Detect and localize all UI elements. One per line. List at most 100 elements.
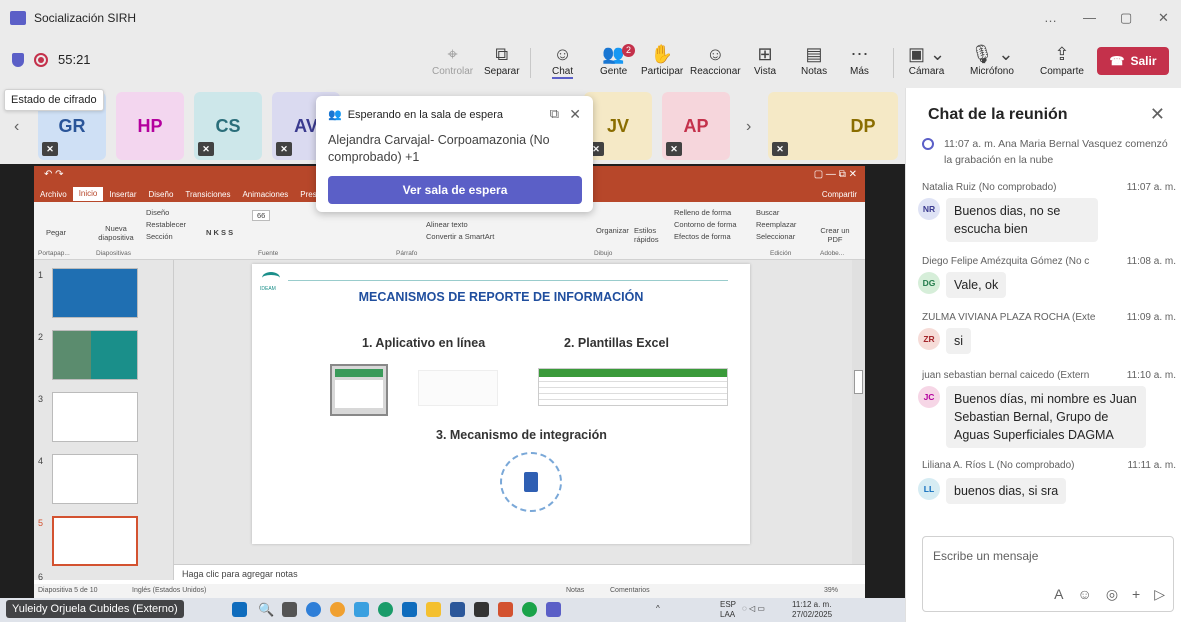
tab-diseno[interactable]: Diseño	[143, 190, 180, 199]
share-button[interactable]: ⇪ Comparte	[1040, 42, 1084, 77]
camera-button[interactable]: ▣ ⌄ Cámara	[908, 42, 945, 77]
arrange-button[interactable]: Organizar	[596, 226, 629, 235]
raise-hand-button[interactable]: ✋ Participar	[641, 42, 683, 77]
network-volume-battery-icons[interactable]: ◌ ◁ ▭	[742, 604, 765, 613]
more-button[interactable]: ⋯ Más	[850, 42, 869, 77]
windows-start-icon[interactable]	[232, 602, 247, 617]
task-view-icon[interactable]	[282, 602, 297, 617]
slide-thumbnail[interactable]	[52, 330, 138, 380]
chat-message[interactable]: JC Buenos días, mi nombre es Juan Sebast…	[918, 386, 1146, 448]
font-format-buttons[interactable]: N K S S	[206, 228, 233, 237]
quick-styles-button[interactable]: Estilos rápidos	[634, 226, 664, 244]
scroll-left-icon[interactable]: ‹	[14, 118, 19, 136]
search-icon[interactable]: 🔍	[258, 602, 274, 617]
create-pdf-button[interactable]: Crear un PDF	[820, 226, 850, 244]
restore-icon[interactable]: ▢	[1120, 10, 1132, 26]
message-compose-box[interactable]: Escribe un mensaje A ☺ ◎ + ▷	[922, 536, 1174, 612]
pop-out-button[interactable]: ⧉ Separar	[484, 42, 520, 77]
more-icon[interactable]: …	[1044, 10, 1057, 25]
clock-time[interactable]: 11:12 a. m.	[792, 600, 831, 609]
app-icon[interactable]	[306, 602, 321, 617]
format-icon[interactable]: A	[1054, 586, 1063, 603]
current-slide[interactable]: IDEAM MECANISMOS DE REPORTE DE INFORMACI…	[252, 264, 750, 544]
chat-message[interactable]: NR Buenos dias, no se escucha bien	[918, 198, 1098, 242]
mic-button[interactable]: 🎙 ⌄ Micrófono	[970, 42, 1014, 77]
new-slide-button[interactable]: Nueva diapositiva	[92, 224, 140, 242]
notes-button[interactable]: ▤ Notas	[801, 42, 827, 77]
notes-toggle[interactable]: Notas	[566, 587, 584, 594]
hand-icon: ✋	[650, 44, 674, 64]
align-text-button[interactable]: Alinear texto	[426, 220, 468, 229]
chat-message[interactable]: DG Vale, ok	[918, 272, 1007, 298]
app-icon[interactable]	[354, 602, 369, 617]
react-button[interactable]: ☺ Reaccionar	[690, 42, 741, 77]
layout-button[interactable]: Diseño	[146, 208, 169, 217]
zoom-level[interactable]: 39%	[824, 587, 838, 594]
tab-insertar[interactable]: Insertar	[103, 190, 142, 199]
shape-effects-button[interactable]: Efectos de forma	[674, 232, 731, 241]
reset-button[interactable]: Restablecer	[146, 220, 186, 229]
close-window-icon[interactable]: ✕	[1158, 10, 1169, 26]
shape-outline-button[interactable]: Contorno de forma	[674, 220, 737, 229]
close-chat-icon[interactable]: ✕	[1150, 104, 1165, 125]
message-input[interactable]: Escribe un mensaje	[933, 549, 1038, 563]
view-button[interactable]: ⊞ Vista	[754, 42, 776, 77]
send-icon[interactable]: ▷	[1154, 586, 1165, 603]
chrome-icon[interactable]	[522, 602, 537, 617]
chat-button[interactable]: ☺ Chat	[552, 42, 574, 79]
slide-thumbnail-selected[interactable]	[52, 516, 138, 566]
chat-message[interactable]: ZR si	[918, 328, 972, 354]
font-size-field[interactable]: 66	[252, 210, 271, 221]
emoji-icon[interactable]: ☺	[1078, 586, 1092, 603]
word-icon[interactable]	[450, 602, 465, 617]
admit-icon[interactable]: ⧉	[550, 106, 559, 122]
slide-thumbnail[interactable]	[52, 268, 138, 318]
leave-button[interactable]: ☎ Salir	[1097, 47, 1169, 75]
undo-icon[interactable]: ↶ ↷	[44, 169, 64, 180]
replace-button[interactable]: Reemplazar	[756, 220, 796, 229]
comments-toggle[interactable]: Comentarios	[610, 587, 650, 594]
vertical-scrollbar[interactable]	[852, 260, 865, 564]
ppt-share-button[interactable]: Compartir	[816, 190, 865, 199]
people-button[interactable]: 👥 2 Gente	[600, 42, 635, 77]
select-button[interactable]: Seleccionar	[756, 232, 795, 241]
app-icon[interactable]	[474, 602, 489, 617]
edge-icon[interactable]	[378, 602, 393, 617]
participant-tile[interactable]: JV ✕	[584, 92, 652, 160]
muted-mic-icon: ✕	[276, 142, 292, 156]
control-button[interactable]: ⌖ Controlar	[432, 42, 473, 77]
shape-fill-button[interactable]: Relleno de forma	[674, 208, 731, 217]
teams-taskbar-icon[interactable]	[546, 602, 561, 617]
language-status[interactable]: Inglés (Estados Unidos)	[132, 587, 206, 594]
app-icon[interactable]	[330, 602, 345, 617]
notes-pane[interactable]: Haga clic para agregar notas	[174, 564, 865, 584]
slide-thumbnail[interactable]	[52, 454, 138, 504]
tab-archivo[interactable]: Archivo	[34, 190, 73, 199]
file-explorer-icon[interactable]	[426, 602, 441, 617]
chat-message[interactable]: LL buenos dias, si sra	[918, 478, 1067, 504]
minimize-icon[interactable]: —	[1083, 10, 1096, 25]
slide-thumbnail[interactable]	[52, 392, 138, 442]
input-language[interactable]: ESP	[720, 600, 736, 609]
paste-button[interactable]: Pegar	[46, 228, 66, 237]
ppt-window-controls[interactable]: ▢ — ⧉ ✕	[814, 169, 857, 180]
tab-animaciones[interactable]: Animaciones	[236, 190, 294, 199]
find-button[interactable]: Buscar	[756, 208, 779, 217]
section-button[interactable]: Sección	[146, 232, 173, 241]
encryption-shield-icon[interactable]	[12, 52, 24, 67]
view-lobby-button[interactable]: Ver sala de espera	[328, 176, 582, 204]
smartart-button[interactable]: Convertir a SmartArt	[426, 232, 494, 241]
participant-tile[interactable]: AP ✕	[662, 92, 730, 160]
participant-tile[interactable]: DP ✕	[768, 92, 898, 160]
tray-chevron-icon[interactable]: ^	[656, 604, 660, 613]
participant-tile[interactable]: HP	[116, 92, 184, 160]
tab-inicio[interactable]: Inicio	[72, 187, 104, 201]
app-icon[interactable]	[402, 602, 417, 617]
participant-tile[interactable]: CS ✕	[194, 92, 262, 160]
tab-transiciones[interactable]: Transiciones	[179, 190, 236, 199]
close-icon[interactable]: ✕	[569, 106, 581, 123]
powerpoint-icon[interactable]	[498, 602, 513, 617]
scroll-right-icon[interactable]: ›	[746, 118, 751, 136]
add-icon[interactable]: +	[1132, 586, 1140, 603]
loop-icon[interactable]: ◎	[1106, 586, 1118, 603]
